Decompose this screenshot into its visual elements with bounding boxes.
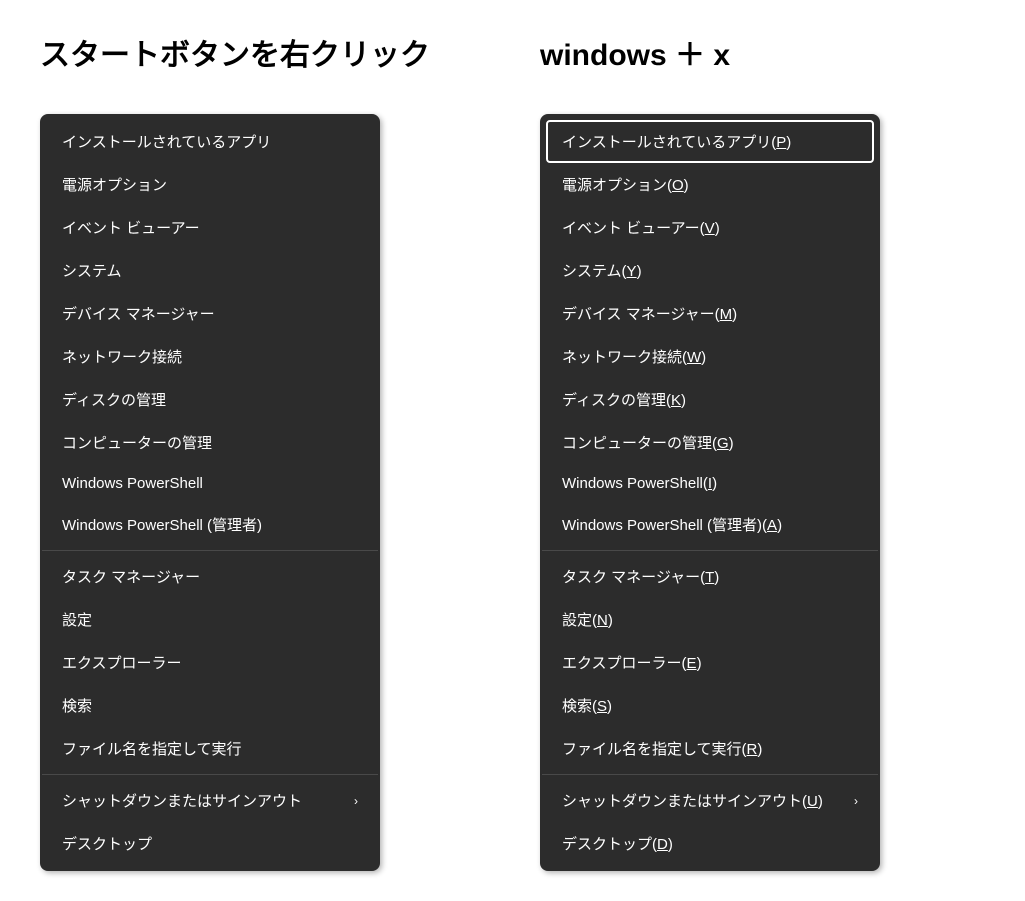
menu-item-label: 設定 <box>62 609 92 630</box>
menu-separator <box>42 550 378 551</box>
menu-item[interactable]: インストールされているアプリ(P) <box>546 120 874 163</box>
menu-item-label: ファイル名を指定して実行(R) <box>562 738 762 759</box>
menu-item-label: タスク マネージャー <box>62 566 200 587</box>
menu-item-label: イベント ビューアー(V) <box>562 217 720 238</box>
menu-item-label: デスクトップ <box>62 833 152 854</box>
menu-separator <box>542 550 878 551</box>
menu-item[interactable]: Windows PowerShell <box>46 464 374 503</box>
menu-item[interactable]: ファイル名を指定して実行(R) <box>546 727 874 770</box>
menu-item[interactable]: デスクトップ(D) <box>546 822 874 865</box>
menu-item[interactable]: 電源オプション <box>46 163 374 206</box>
menu-item-label: シャットダウンまたはサインアウト <box>62 790 302 811</box>
menu-item[interactable]: 検索 <box>46 684 374 727</box>
menu-item[interactable]: シャットダウンまたはサインアウト(U) › <box>546 779 874 822</box>
menu-item-label: システム(Y) <box>562 260 642 281</box>
right-menu: インストールされているアプリ(P) 電源オプション(O) イベント ビューアー(V)… <box>540 114 880 871</box>
menu-item-label: ディスクの管理(K) <box>562 389 686 410</box>
menu-item-label: Windows PowerShell <box>62 475 203 492</box>
menu-item[interactable]: イベント ビューアー(V) <box>546 206 874 249</box>
menu-item-label: コンピューターの管理 <box>62 432 212 453</box>
menu-separator <box>542 774 878 775</box>
menu-item-label: デバイス マネージャー(M) <box>562 303 737 324</box>
menu-item[interactable]: Windows PowerShell (管理者) <box>46 503 374 546</box>
menu-item-label: システム <box>62 260 122 281</box>
menu-item[interactable]: インストールされているアプリ <box>46 120 374 163</box>
menu-item-label: イベント ビューアー <box>62 217 200 238</box>
left-column: スタートボタンを右クリック インストールされているアプリ電源オプションイベント … <box>40 30 430 871</box>
menu-item-label: タスク マネージャー(T) <box>562 566 719 587</box>
menu-item[interactable]: デスクトップ <box>46 822 374 865</box>
menu-item-label: ネットワーク接続(W) <box>562 346 706 367</box>
menu-item[interactable]: ディスクの管理 <box>46 378 374 421</box>
menu-item[interactable]: コンピューターの管理(G) <box>546 421 874 464</box>
menu-item[interactable]: 設定 <box>46 598 374 641</box>
menu-item-label: 検索 <box>62 695 92 716</box>
menu-item-label: インストールされているアプリ(P) <box>562 131 791 152</box>
right-heading: windows ＋ x <box>540 30 880 74</box>
menu-item[interactable]: タスク マネージャー <box>46 555 374 598</box>
left-menu: インストールされているアプリ電源オプションイベント ビューアーシステムデバイス … <box>40 114 380 871</box>
menu-item[interactable]: タスク マネージャー(T) <box>546 555 874 598</box>
menu-item[interactable]: エクスプローラー <box>46 641 374 684</box>
menu-item[interactable]: ネットワーク接続(W) <box>546 335 874 378</box>
right-column: windows ＋ x インストールされているアプリ(P)電源オプション(O)イ… <box>540 30 880 871</box>
menu-item-label: 電源オプション <box>62 174 167 195</box>
menu-item-label: シャットダウンまたはサインアウト(U) <box>562 790 823 811</box>
menu-item[interactable]: Windows PowerShell (管理者)(A) <box>546 503 874 546</box>
menu-item-label: ディスクの管理 <box>62 389 166 410</box>
menu-item-label: ファイル名を指定して実行 <box>62 738 242 759</box>
menu-item[interactable]: デバイス マネージャー <box>46 292 374 335</box>
menu-item-label: Windows PowerShell(I) <box>562 475 717 492</box>
menu-separator <box>42 774 378 775</box>
menu-item-label: コンピューターの管理(G) <box>562 432 734 453</box>
menu-item-label: デバイス マネージャー <box>62 303 215 324</box>
menu-item-label: Windows PowerShell (管理者) <box>62 514 262 535</box>
menu-item-label: ネットワーク接続 <box>62 346 182 367</box>
menu-item[interactable]: 設定(N) <box>546 598 874 641</box>
menu-item[interactable]: 電源オプション(O) <box>546 163 874 206</box>
menu-item[interactable]: 検索(S) <box>546 684 874 727</box>
left-heading: スタートボタンを右クリック <box>40 30 430 74</box>
menu-item-label: Windows PowerShell (管理者)(A) <box>562 514 782 535</box>
chevron-right-icon: › <box>354 794 358 808</box>
menu-item-label: エクスプローラー(E) <box>562 652 702 673</box>
menu-item[interactable]: コンピューターの管理 <box>46 421 374 464</box>
menu-item-label: 検索(S) <box>562 695 612 716</box>
menu-item[interactable]: ネットワーク接続 <box>46 335 374 378</box>
menu-item-label: 電源オプション(O) <box>562 174 689 195</box>
menu-item[interactable]: イベント ビューアー <box>46 206 374 249</box>
menu-item-label: インストールされているアプリ <box>62 131 271 152</box>
menu-item[interactable]: システム(Y) <box>546 249 874 292</box>
menu-item[interactable]: シャットダウンまたはサインアウト › <box>46 779 374 822</box>
menu-item[interactable]: デバイス マネージャー(M) <box>546 292 874 335</box>
menu-item-label: デスクトップ(D) <box>562 833 673 854</box>
menu-item-label: 設定(N) <box>562 609 613 630</box>
menu-item[interactable]: ファイル名を指定して実行 <box>46 727 374 770</box>
menu-item[interactable]: Windows PowerShell(I) <box>546 464 874 503</box>
menu-item[interactable]: ディスクの管理(K) <box>546 378 874 421</box>
menu-item[interactable]: システム <box>46 249 374 292</box>
chevron-right-icon: › <box>854 794 858 808</box>
menu-item-label: エクスプローラー <box>62 652 182 673</box>
menu-item[interactable]: エクスプローラー(E) <box>546 641 874 684</box>
